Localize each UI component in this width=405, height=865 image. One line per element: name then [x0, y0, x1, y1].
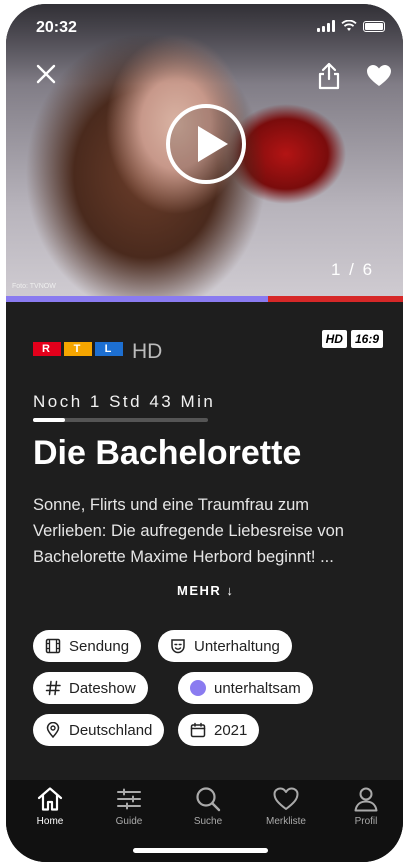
- tag-label: 2021: [214, 721, 248, 739]
- tag-chip-subgenre[interactable]: Dateshow: [33, 672, 148, 704]
- tab-label: Merkliste: [265, 816, 306, 827]
- tag-chip-mood[interactable]: unterhaltsam: [178, 672, 313, 704]
- photo-credit: Foto: TVNOW: [12, 283, 56, 290]
- theater-mask-icon: [171, 639, 185, 654]
- tag-label: Deutschland: [69, 721, 153, 739]
- tab-label: Suche: [193, 816, 223, 827]
- rtl-logo-l: L: [95, 342, 123, 356]
- tab-search[interactable]: Suche: [178, 786, 238, 827]
- tab-watchlist[interactable]: Merkliste: [256, 786, 316, 827]
- tab-profile[interactable]: Profil: [336, 786, 396, 827]
- tag-label: unterhaltsam: [214, 679, 301, 697]
- home-indicator: [133, 848, 268, 853]
- calendar-icon: [190, 722, 206, 738]
- status-bar: 20:32: [6, 4, 403, 48]
- tag-label: Sendung: [69, 637, 130, 655]
- tab-label: Guide: [115, 816, 143, 827]
- mood-dot-icon: [190, 680, 206, 696]
- tab-label: Profil: [354, 816, 378, 827]
- signal-icon: [317, 20, 335, 32]
- format-badges: HD 16:9: [321, 330, 383, 348]
- remaining-time: Noch 1 Std 43 Min: [33, 392, 216, 411]
- aspect-badge: 16:9: [350, 330, 383, 348]
- phone-frame: 20:32 1 / 6 Foto: TVNOW R T L HD HD 16:9…: [6, 4, 403, 862]
- tag-chip-genre[interactable]: Unterhaltung: [158, 630, 292, 662]
- remaining-progress-bar: [33, 418, 208, 422]
- battery-icon: [363, 20, 385, 32]
- tab-home[interactable]: Home: [20, 786, 80, 827]
- home-icon: [37, 787, 63, 811]
- show-title: Die Bachelorette: [33, 434, 302, 472]
- tag-chip-country[interactable]: Deutschland: [33, 714, 165, 746]
- rtl-logo-t: T: [64, 342, 92, 356]
- wifi-icon: [341, 20, 357, 31]
- remaining-progress-fill: [33, 418, 65, 422]
- hero-image[interactable]: 20:32 1 / 6 Foto: TVNOW: [6, 4, 403, 296]
- tag-chip-type[interactable]: Sendung: [33, 630, 142, 662]
- tab-guide[interactable]: Guide: [99, 786, 159, 827]
- show-description: Sonne, Flirts und eine Traumfrau zum Ver…: [33, 496, 344, 566]
- film-icon: [45, 638, 61, 654]
- tag-chip-year[interactable]: 2021: [178, 714, 260, 746]
- heart-outline-icon: [273, 787, 299, 810]
- hashtag-icon: [45, 680, 61, 696]
- channel-logo: R T L HD: [33, 340, 163, 363]
- more-button[interactable]: MEHR ↓: [177, 583, 234, 598]
- tag-label: Dateshow: [69, 679, 136, 697]
- share-icon[interactable]: [316, 62, 342, 90]
- search-icon: [196, 787, 221, 812]
- tag-label: Unterhaltung: [194, 637, 280, 655]
- status-time: 20:32: [36, 19, 77, 36]
- guide-icon: [117, 788, 141, 810]
- play-button[interactable]: [166, 104, 246, 184]
- favorite-heart-icon[interactable]: [366, 64, 392, 88]
- profile-icon: [354, 787, 378, 812]
- rtl-logo-r: R: [33, 342, 61, 356]
- tab-label: Home: [36, 816, 64, 827]
- location-pin-icon: [46, 722, 60, 738]
- detail-panel: R T L HD HD 16:9 Noch 1 Std 43 Min Die B…: [6, 302, 403, 780]
- close-icon[interactable]: [34, 62, 58, 86]
- hd-badge: HD: [321, 330, 347, 348]
- gallery-counter: 1 / 6: [331, 260, 375, 279]
- status-icons: [317, 20, 385, 32]
- channel-quality: HD: [132, 340, 163, 363]
